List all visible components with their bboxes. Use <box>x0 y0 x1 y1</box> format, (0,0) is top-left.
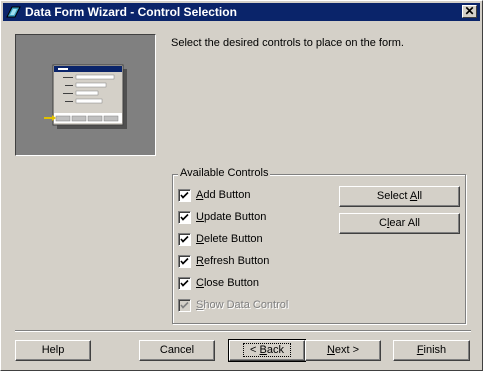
wizard-app-icon <box>6 5 22 19</box>
instruction-text: Select the desired controls to place on … <box>171 37 404 49</box>
close-icon: ✕ <box>464 4 475 18</box>
group-label: Available Controls <box>178 167 271 179</box>
next-button[interactable]: Next > <box>305 340 381 361</box>
dialog-window: Data Form Wizard - Control Selection ✕ S… <box>0 0 483 371</box>
checkmark-icon <box>180 235 189 243</box>
checkmark-icon <box>180 301 189 309</box>
checkbox-box[interactable] <box>178 232 191 246</box>
checkmark-icon <box>180 213 189 221</box>
form-preview-illustration <box>15 34 156 156</box>
checkbox-box[interactable] <box>178 188 191 202</box>
update-button-checkbox[interactable]: Update Button <box>178 209 266 225</box>
add-button-checkbox[interactable]: Add Button <box>178 187 250 203</box>
checkbox-box <box>178 298 191 312</box>
checkbox-label: Show Data Control <box>196 299 289 311</box>
checkbox-label: Refresh Button <box>196 255 270 267</box>
clear-all-button[interactable]: Clear All <box>339 213 460 234</box>
checkmark-icon <box>180 191 189 199</box>
checkbox-label: Update Button <box>196 211 267 223</box>
cancel-button[interactable]: Cancel <box>139 340 215 361</box>
window-title: Data Form Wizard - Control Selection <box>25 5 237 19</box>
show-data-control-checkbox: Show Data Control <box>178 297 288 313</box>
back-button-label: < Back <box>243 343 291 357</box>
title-bar[interactable]: Data Form Wizard - Control Selection ✕ <box>3 3 480 21</box>
checkbox-label: Delete Button <box>196 233 263 245</box>
checkbox-box[interactable] <box>178 276 191 290</box>
select-all-button[interactable]: Select All <box>339 186 460 207</box>
close-button[interactable]: ✕ <box>462 5 477 18</box>
refresh-button-checkbox[interactable]: Refresh Button <box>178 253 269 269</box>
checkbox-label: Add Button <box>196 189 251 201</box>
checkmark-icon <box>180 279 189 287</box>
help-button[interactable]: Help <box>15 340 91 361</box>
checkbox-label: Close Button <box>196 277 259 289</box>
finish-button[interactable]: Finish <box>393 340 470 361</box>
back-button[interactable]: < Back <box>228 339 306 362</box>
close-button-checkbox[interactable]: Close Button <box>178 275 259 291</box>
checkmark-icon <box>180 257 189 265</box>
checkbox-box[interactable] <box>178 254 191 268</box>
checkbox-box[interactable] <box>178 210 191 224</box>
delete-button-checkbox[interactable]: Delete Button <box>178 231 263 247</box>
separator <box>15 330 471 332</box>
